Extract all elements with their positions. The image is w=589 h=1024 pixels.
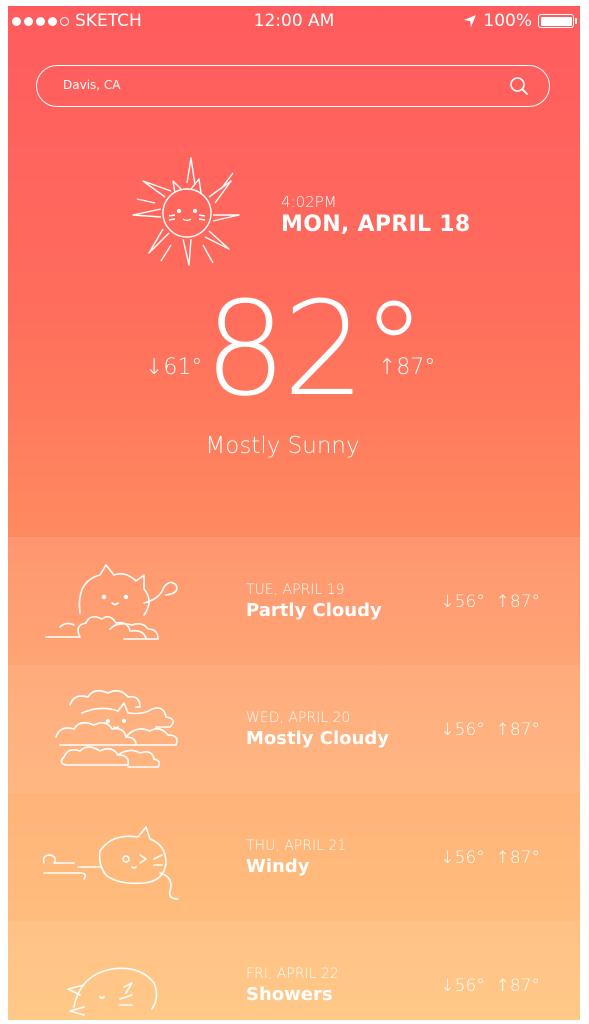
location-arrow-icon [464,15,477,27]
forecast-high: ↑87° [495,592,540,612]
forecast-temps: ↓56° ↑87° [440,592,540,612]
battery-status: 100% [463,11,577,31]
forecast-condition: Partly Cloudy [246,600,382,621]
forecast-row[interactable]: THU, APRIL 21 Windy ↓56° ↑87° [8,793,580,921]
forecast-date: TUE, APRIL 19 [246,582,345,598]
forecast-low: ↓56° [440,720,485,740]
forecast-row[interactable]: TUE, APRIL 19 Partly Cloudy ↓56° ↑87° [8,537,580,665]
forecast-low: ↓56° [440,592,485,612]
forecast-high: ↑87° [495,848,540,868]
mostly-cloudy-cat-icon [55,689,178,768]
showers-cat-icon [67,967,158,1016]
forecast-temps: ↓56° ↑87° [440,976,540,996]
forecast-date: WED, APRIL 20 [246,710,351,726]
status-bar: SKETCH 12:00 AM 100% [8,6,580,38]
location-input-value[interactable]: Davis, CA [63,78,121,92]
forecast-condition: Mostly Cloudy [246,728,389,749]
search-icon[interactable] [509,76,529,96]
forecast-temps: ↓56° ↑87° [440,720,540,740]
forecast-temps: ↓56° ↑87° [440,848,540,868]
forecast-high: ↑87° [495,976,540,996]
forecast-high: ↑87° [495,720,540,740]
forecast-date: FRI, APRIL 22 [246,966,339,982]
forecast-condition: Showers [246,984,333,1005]
location-search-field[interactable]: Davis, CA [36,65,550,107]
partly-cloudy-cat-icon [45,564,178,640]
windy-cat-icon [42,826,179,900]
forecast-row[interactable]: FRI, APRIL 22 Showers ↓56° ↑87° [8,921,580,1020]
current-condition: Mostly Sunny [205,433,360,459]
battery-icon [538,14,577,28]
current-date: MON, APRIL 18 [281,212,471,237]
forecast-row[interactable]: WED, APRIL 20 Mostly Cloudy ↓56° ↑87° [8,665,580,793]
weather-app: SKETCH 12:00 AM 100% Davis, CA 4:02PM MO… [8,6,580,1020]
battery-percent: 100% [483,11,532,31]
current-high-temp: ↑87° [378,355,436,380]
forecast-low: ↓56° [440,976,485,996]
current-temperature: 82° [204,273,426,425]
sun-cat-icon [132,157,240,266]
current-low-temp: ↓61° [145,355,203,380]
current-time: 4:02PM [281,193,337,211]
forecast-condition: Windy [246,856,310,877]
forecast-low: ↓56° [440,848,485,868]
forecast-date: THU, APRIL 21 [246,838,347,854]
